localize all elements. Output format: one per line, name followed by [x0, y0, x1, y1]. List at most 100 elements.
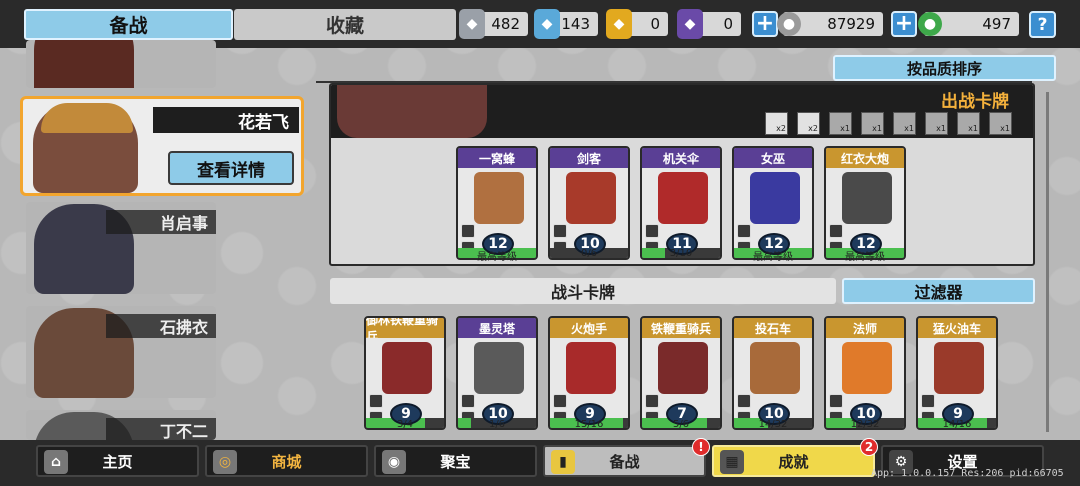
resource-green-gem: ● 497 [918, 12, 1019, 36]
unit-figure-icon [566, 342, 616, 394]
sort-by-quality-button[interactable]: 按品质排序 [833, 55, 1056, 81]
unit-card[interactable]: 机关伞 11 [640, 146, 722, 260]
filter-button[interactable]: 过滤器 [842, 278, 1035, 304]
treasure-icon: ◉ [382, 450, 406, 474]
unit-type-icon [553, 224, 567, 238]
tab-prep[interactable]: 备战 [24, 9, 233, 40]
unit-card[interactable]: 投石车 10 [732, 316, 814, 430]
unit-card[interactable]: 红衣大炮 12 [824, 146, 906, 260]
nav-label: 主页 [102, 452, 133, 471]
nav-label: 成就 [778, 452, 809, 471]
filter-icon[interactable]: x1 [989, 112, 1012, 135]
resource-purple-badge: ◆ 0 [677, 9, 741, 39]
card-progress-text: 最高等级 [845, 252, 885, 263]
filter-icon[interactable]: x1 [925, 112, 948, 135]
hero-name: 肖启事 [106, 210, 216, 234]
purple-badge-icon: ◆ [677, 9, 703, 39]
blue-crystal-icon: ◆ [534, 9, 560, 39]
hero-card[interactable]: 丁不二 [26, 410, 216, 440]
gold-badge-icon: ◆ [606, 9, 632, 39]
card-name: 御林铁鞭重骑兵 [366, 318, 444, 344]
card-progress-text: 12/32 [850, 419, 880, 430]
unit-card[interactable]: 女巫 12 [732, 146, 814, 260]
view-details-button[interactable]: 查看详情 [168, 151, 294, 185]
hero-card-selected[interactable]: 花若飞 查看详情 [20, 96, 304, 196]
unit-type-icon [921, 394, 935, 408]
resource-silver-coin: ● 87929 [777, 12, 883, 36]
hero-name: 丁不二 [106, 418, 216, 440]
unit-figure-icon [750, 172, 800, 224]
scrollbar[interactable] [1046, 92, 1049, 432]
unit-card[interactable]: 御林铁鞭重骑兵 9 [364, 316, 446, 430]
nav-achievement[interactable]: ▦ 成就 [712, 445, 875, 477]
hero-card[interactable]: 肖启事 [26, 202, 216, 294]
notification-badge: ! [692, 438, 710, 456]
card-name: 火炮手 [550, 318, 628, 338]
add-coin-button[interactable]: + [752, 11, 778, 37]
card-progress-text: 5/6 [672, 419, 690, 430]
filter-icon[interactable]: x2 [797, 112, 820, 135]
hero-card[interactable] [26, 40, 216, 88]
hero-name: 花若飞 [153, 107, 299, 133]
resource-value: 0 [650, 15, 660, 33]
card-name: 一窝蜂 [458, 148, 536, 168]
resource-value: 87929 [827, 15, 875, 33]
battle-cards-header: 战斗卡牌 [330, 278, 836, 304]
nav-prep[interactable]: ▮ 备战 [543, 445, 706, 477]
filter-icon[interactable]: x2 [765, 112, 788, 135]
card-name: 机关伞 [642, 148, 720, 168]
unit-type-icon [829, 394, 843, 408]
resource-silver-shield: ◆ 482 [459, 9, 528, 39]
hero-hat [41, 103, 133, 133]
add-gem-button[interactable]: + [891, 11, 917, 37]
nav-home[interactable]: ⌂ 主页 [36, 445, 199, 477]
unit-card[interactable]: 铁鞭重骑兵 7 [640, 316, 722, 430]
card-name: 猛火油车 [918, 318, 996, 338]
tab-collection[interactable]: 收藏 [234, 9, 456, 40]
filter-icon[interactable]: x1 [957, 112, 980, 135]
card-name: 墨灵塔 [458, 318, 536, 338]
unit-card[interactable]: 一窝蜂 12 [456, 146, 538, 260]
unit-figure-icon [658, 172, 708, 224]
silver-shield-icon: ◆ [459, 9, 485, 39]
unit-type-icon [829, 224, 843, 238]
deploy-title: 出战卡牌 [941, 92, 1009, 112]
unit-figure-icon [382, 342, 432, 394]
card-progress-text: 最高等级 [753, 252, 793, 263]
unit-type-icon [645, 224, 659, 238]
nav-label: 商城 [271, 452, 302, 471]
card-name: 法师 [826, 318, 904, 338]
help-icon: ? [1037, 14, 1048, 35]
unit-figure-icon [658, 342, 708, 394]
resource-value: 482 [491, 15, 520, 33]
card-progress-text: 3/10 [669, 248, 693, 259]
unit-card[interactable]: 剑客 10 [548, 146, 630, 260]
card-name: 剑客 [550, 148, 628, 168]
filter-icon[interactable]: x1 [861, 112, 884, 135]
home-icon: ⌂ [44, 450, 68, 474]
hero-card[interactable]: 石拂衣 [26, 306, 216, 398]
card-name: 红衣大炮 [826, 148, 904, 168]
help-button[interactable]: ? [1029, 11, 1056, 38]
card-icon: ▮ [551, 450, 575, 474]
unit-figure-icon [566, 172, 616, 224]
filter-icon[interactable]: x1 [829, 112, 852, 135]
nav-treasure[interactable]: ◉ 聚宝 [374, 445, 537, 477]
unit-card[interactable]: 墨灵塔 10 [456, 316, 538, 430]
unit-type-icon [645, 394, 659, 408]
filter-icon[interactable]: x1 [893, 112, 916, 135]
card-progress-text: 0/6 [580, 248, 598, 259]
unit-type-icon [737, 394, 751, 408]
unit-card[interactable]: 法师 10 [824, 316, 906, 430]
unit-card[interactable]: 火炮手 9 [548, 316, 630, 430]
nav-label: 聚宝 [440, 452, 471, 471]
card-name: 投石车 [734, 318, 812, 338]
hero-name: 石拂衣 [106, 314, 216, 338]
unit-figure-icon [474, 342, 524, 394]
deploy-panel-header: 出战卡牌 x2 x2 x1 x1 x1 x1 x1 x1 [331, 85, 1033, 138]
nav-shop[interactable]: ◎ 商城 [205, 445, 368, 477]
unit-card[interactable]: 猛火油车 9 [916, 316, 998, 430]
unit-figure-icon [842, 172, 892, 224]
card-progress-text: 14/16 [942, 419, 972, 430]
card-name: 铁鞭重骑兵 [642, 318, 720, 338]
